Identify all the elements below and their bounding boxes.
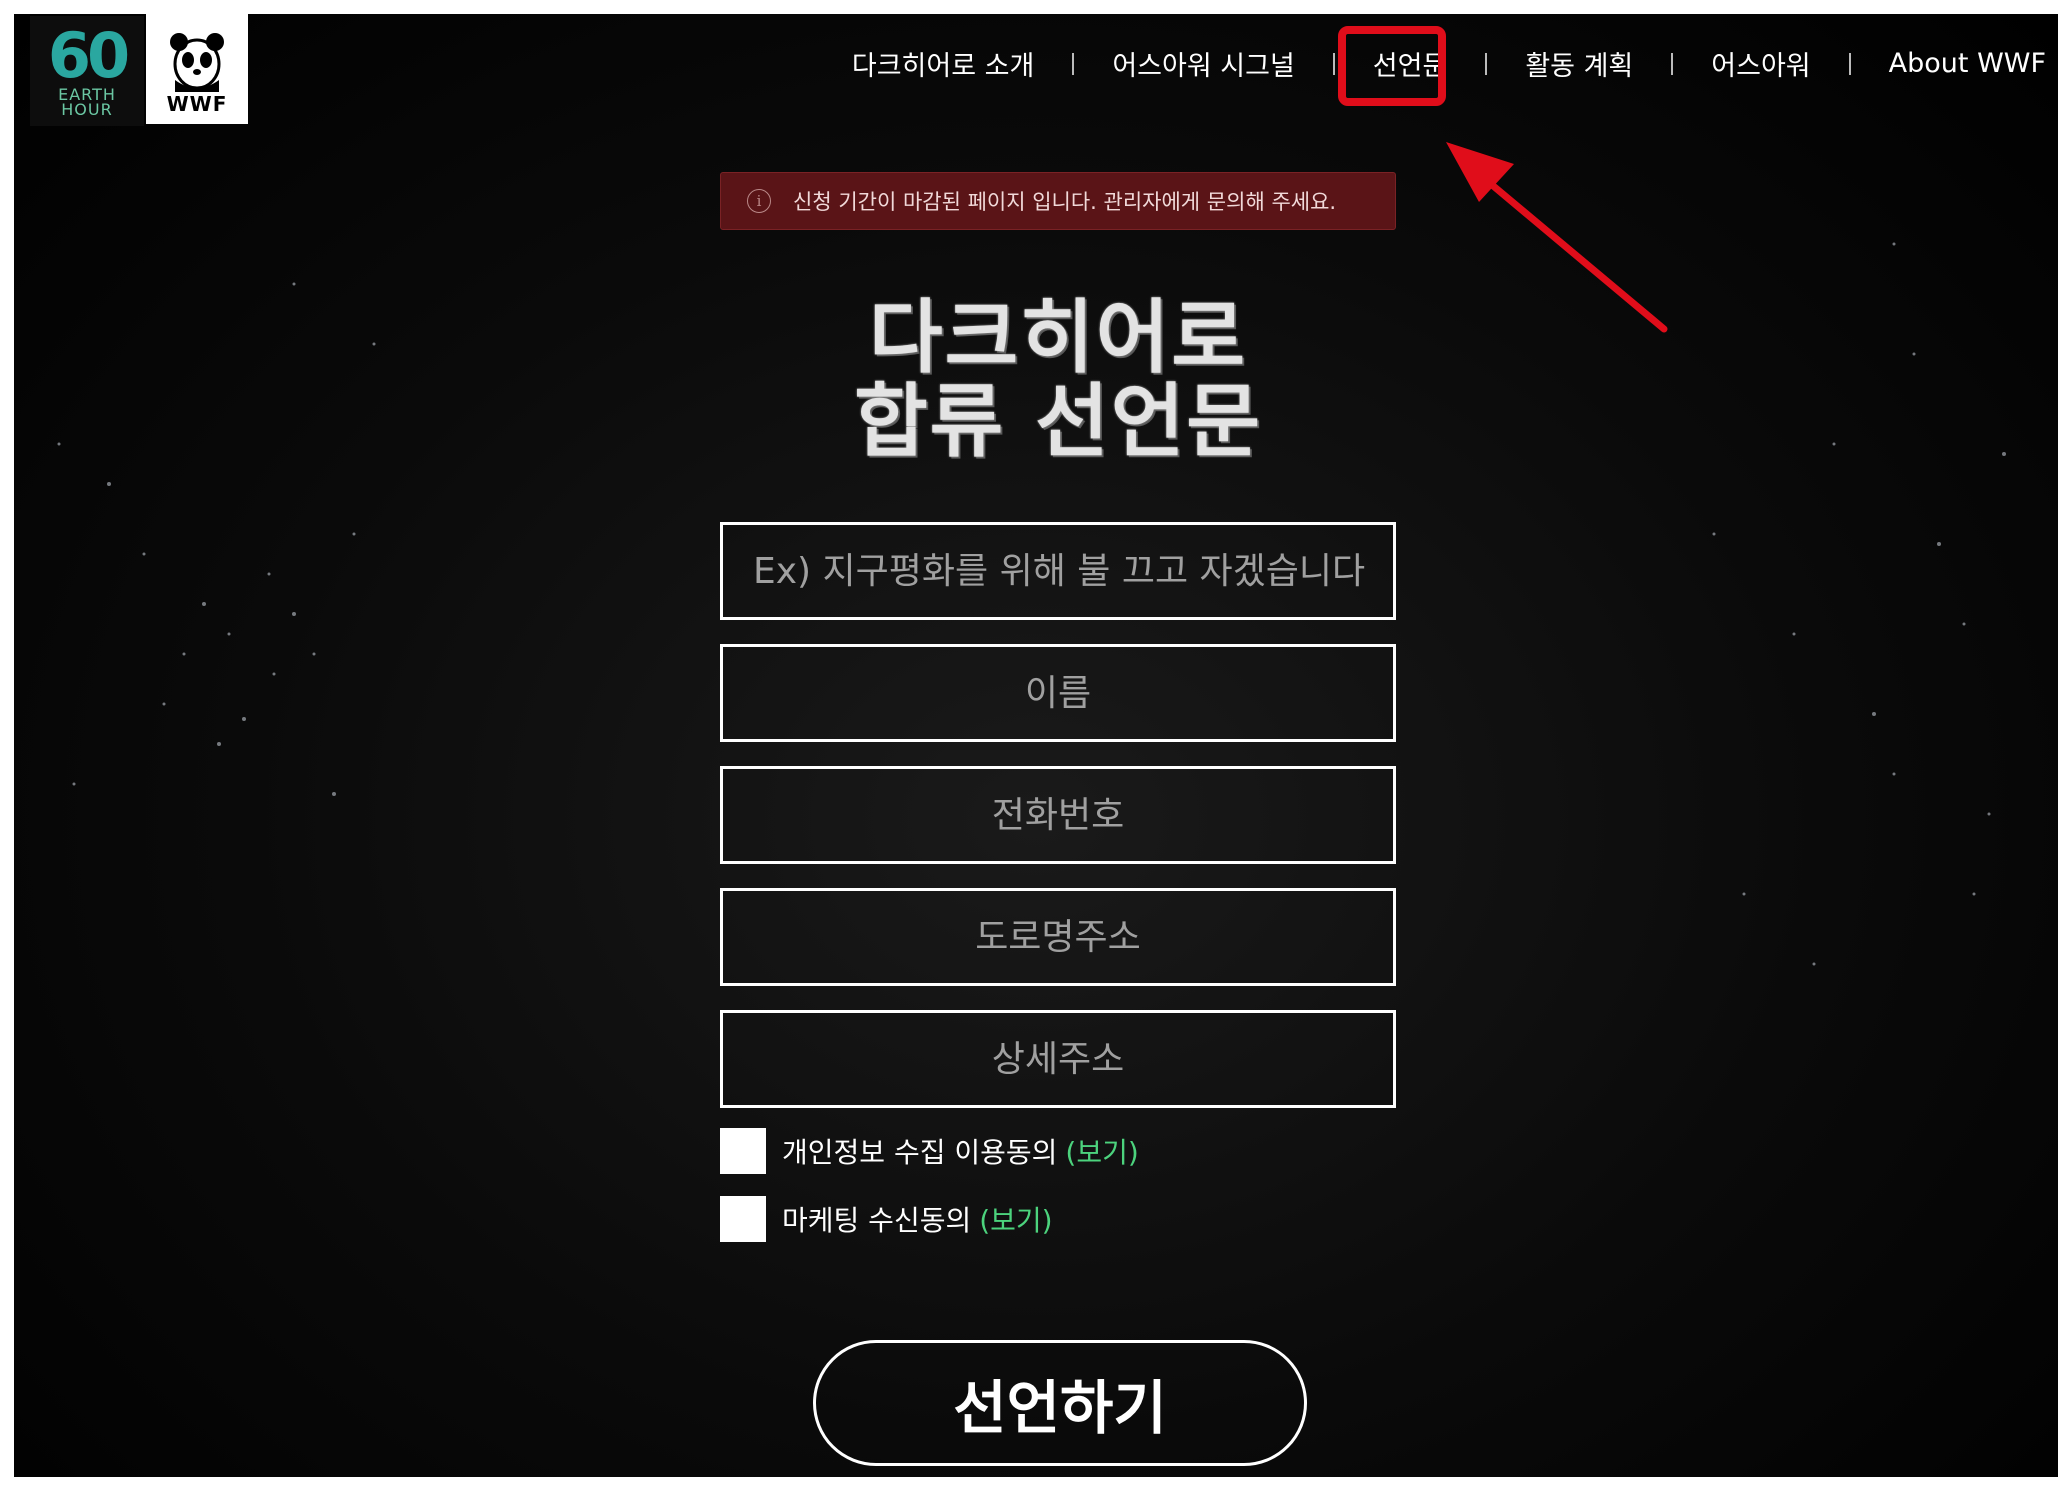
nav-divider	[1848, 52, 1851, 75]
panda-icon	[170, 33, 224, 92]
declare-submit-button[interactable]: 선언하기	[813, 1340, 1307, 1466]
earth-hour-logo[interactable]: 60 EARTH HOUR	[30, 16, 144, 126]
phone-input[interactable]	[720, 766, 1396, 864]
privacy-consent-label: 개인정보 수집 이용동의	[782, 1136, 1058, 1169]
privacy-consent-view-link[interactable]: (보기)	[1065, 1131, 1138, 1171]
marketing-consent-checkbox[interactable]	[720, 1196, 766, 1242]
annotation-arrow	[1446, 142, 1668, 333]
page-title-line1: 다크히어로	[869, 291, 1247, 384]
marketing-consent-row: 마케팅 수신동의 (보기)	[720, 1196, 1053, 1242]
main-nav: 다크히어로 소개 어스아워 시그널 선언문 활동 계획 어스아워 About W…	[852, 44, 2046, 83]
privacy-consent-checkbox[interactable]	[720, 1128, 766, 1174]
nav-divider	[1332, 52, 1335, 75]
nav-item-activity-plan[interactable]: 활동 계획	[1525, 44, 1633, 83]
annotation-highlight-box	[1338, 26, 1446, 106]
nav-divider	[1671, 52, 1674, 75]
wwf-logo[interactable]: WWF	[146, 14, 248, 124]
marketing-consent-label: 마케팅 수신동의	[782, 1204, 972, 1237]
page-title: 다크히어로 합류 선언문	[720, 296, 1396, 464]
page-frame: 60 EARTH HOUR WWF 다크히어로 소개 어스아워 시그널 선언문	[14, 14, 2058, 1477]
name-input[interactable]	[720, 644, 1396, 742]
nav-item-about-wwf[interactable]: About WWF	[1889, 48, 2046, 79]
page-title-line2: 합류 선언문	[854, 375, 1262, 468]
detail-address-input[interactable]	[720, 1010, 1396, 1108]
earth-hour-logo-line2: HOUR	[61, 100, 113, 119]
alert-message: 신청 기간이 마감된 페이지 입니다. 관리자에게 문의해 주세요.	[793, 190, 1337, 214]
privacy-consent-row: 개인정보 수집 이용동의 (보기)	[720, 1128, 1139, 1174]
closed-alert-banner: i 신청 기간이 마감된 페이지 입니다. 관리자에게 문의해 주세요.	[720, 172, 1396, 230]
nav-item-earthhour[interactable]: 어스아워	[1711, 44, 1810, 83]
nav-divider	[1485, 52, 1488, 75]
declaration-input[interactable]	[720, 522, 1396, 620]
starfield-background	[57, 242, 2006, 966]
nav-divider	[1072, 52, 1075, 75]
info-icon: i	[747, 189, 771, 213]
nav-item-darkhero-intro[interactable]: 다크히어로 소개	[852, 44, 1034, 83]
earth-hour-logo-number: 60	[47, 19, 130, 92]
wwf-logo-text: WWF	[166, 92, 228, 116]
nav-item-earthhour-signal[interactable]: 어스아워 시그널	[1112, 44, 1294, 83]
road-address-input[interactable]	[720, 888, 1396, 986]
marketing-consent-view-link[interactable]: (보기)	[979, 1199, 1052, 1239]
site-header: 60 EARTH HOUR WWF 다크히어로 소개 어스아워 시그널 선언문	[14, 14, 2058, 154]
